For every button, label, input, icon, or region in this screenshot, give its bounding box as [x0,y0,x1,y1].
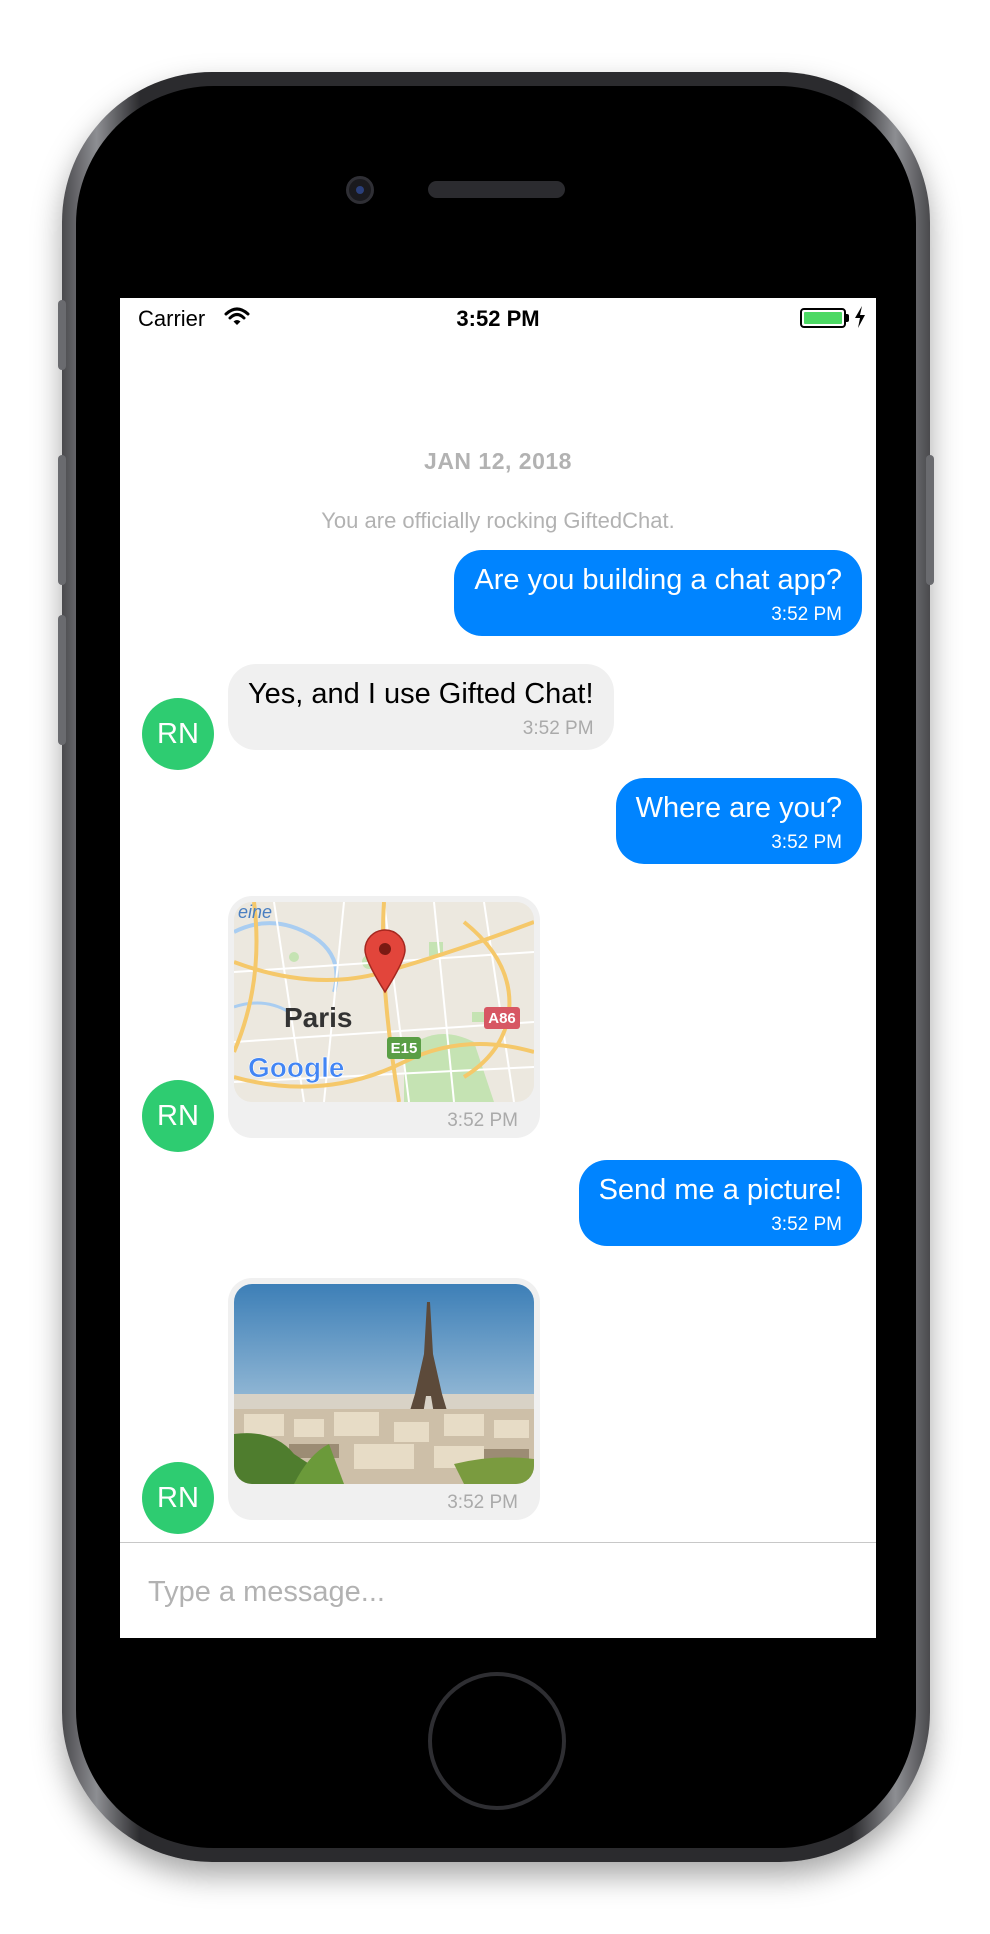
message-time: 3:52 PM [522,718,594,739]
message-time: 3:52 PM [771,604,842,625]
home-button[interactable] [428,1672,566,1810]
mute-switch [58,300,66,370]
system-message: You are officially rocking GiftedChat. [321,508,675,533]
map-river-label: eine [238,902,272,922]
outgoing-message-bubble[interactable]: Are you building a chat app? 3:52 PM [454,550,862,636]
avatar[interactable]: RN [142,1080,214,1152]
outgoing-message-bubble[interactable]: Send me a picture! 3:52 PM [578,1160,862,1246]
status-bar: Carrier 3:52 PM [120,298,876,338]
earpiece-speaker [428,181,565,198]
message-text: Send me a picture! [598,1174,842,1206]
battery-full-icon [800,308,846,328]
map-preview[interactable]: Paris eine A86 E15 Google [234,902,534,1102]
incoming-message-bubble[interactable]: Yes, and I use Gifted Chat! 3:52 PM [228,664,614,750]
battery-tip [846,314,849,322]
page: Carrier 3:52 PM JAN 12, 2018 You are off… [0,0,990,1934]
avatar[interactable]: RN [142,1462,214,1534]
message-input[interactable] [146,1569,850,1615]
message-text: Yes, and I use Gifted Chat! [248,678,594,710]
a86-road-label: A86 [488,1010,516,1027]
volume-down-button [58,615,66,745]
status-time: 3:52 PM [456,306,540,331]
message-composer [120,1542,876,1638]
message-time: 3:52 PM [447,1492,518,1513]
message-text: Where are you? [635,792,842,824]
outgoing-message-bubble[interactable]: Where are you? 3:52 PM [615,778,862,864]
message-time: 3:52 PM [447,1110,518,1131]
avatar[interactable]: RN [142,698,214,770]
message-text: Are you building a chat app? [474,564,842,596]
volume-up-button [58,455,66,585]
message-time: 3:52 PM [771,832,842,853]
screen: Carrier 3:52 PM JAN 12, 2018 You are off… [120,298,876,1638]
power-button [926,455,934,585]
front-camera-icon [346,176,374,204]
date-header: JAN 12, 2018 [424,448,572,474]
charging-bolt-icon [854,306,866,334]
google-logo: Google [248,1052,344,1083]
e15-road-label: E15 [391,1040,418,1057]
image-message-bubble[interactable]: 3:52 PM [228,1278,540,1520]
message-time: 3:52 PM [771,1214,842,1235]
eiffel-tower-photo[interactable] [234,1284,534,1484]
location-message-bubble[interactable]: Paris eine A86 E15 Google 3:52 PM [228,896,540,1138]
map-city-label: Paris [284,1002,353,1033]
